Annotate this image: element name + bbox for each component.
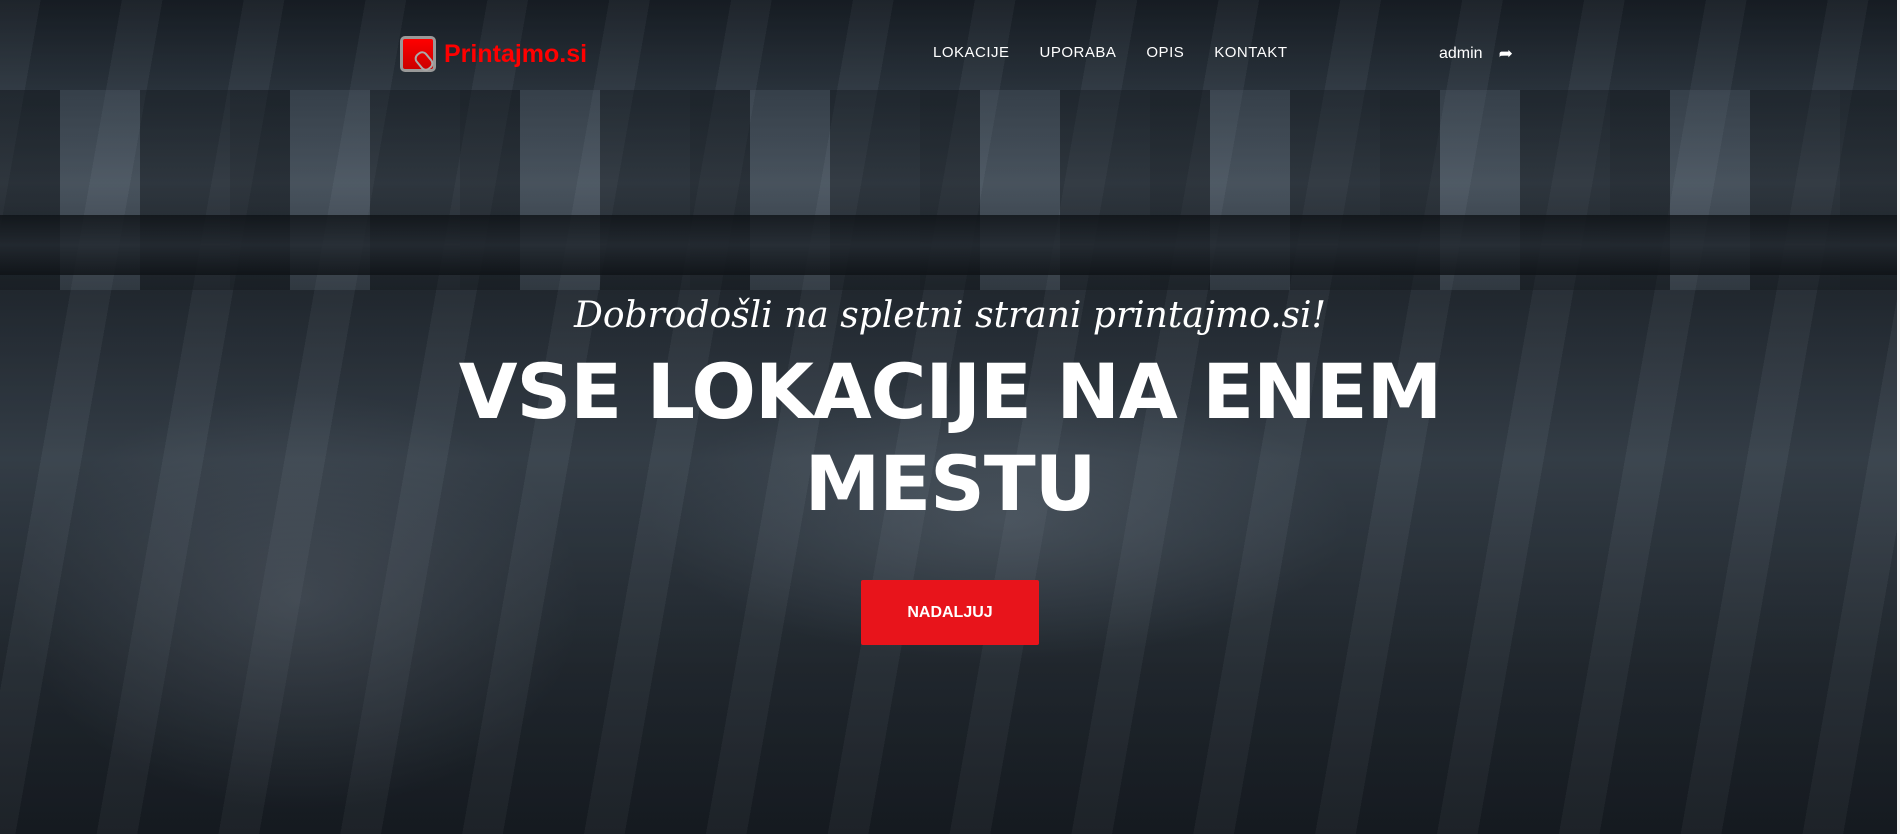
hero-subtitle: Dobrodošli na spletni strani printajmo.s…	[573, 295, 1327, 336]
nav-opis[interactable]: OPIS	[1146, 44, 1184, 61]
main-menu: LOKACIJE UPORABA OPIS KONTAKT	[933, 44, 1287, 61]
logo[interactable]: Printajmo.si	[400, 36, 587, 72]
continue-button[interactable]: NADALJUJ	[861, 580, 1039, 645]
paperclip-logo-icon	[400, 36, 436, 72]
nav-uporaba[interactable]: UPORABA	[1040, 44, 1117, 61]
user-area: admin ➦	[1439, 44, 1513, 64]
username-link[interactable]: admin	[1439, 45, 1483, 63]
hero-title: VSE LOKACIJE NA ENEM MESTU	[458, 347, 1443, 528]
nav-kontakt[interactable]: KONTAKT	[1214, 44, 1287, 61]
hero-content: Dobrodošli na spletni strani printajmo.s…	[0, 295, 1900, 645]
nav-lokacije[interactable]: LOKACIJE	[933, 44, 1010, 61]
hero-section: Printajmo.si LOKACIJE UPORABA OPIS KONTA…	[0, 0, 1900, 834]
logo-text: Printajmo.si	[444, 39, 588, 68]
sign-out-icon[interactable]: ➦	[1499, 44, 1513, 64]
navbar: Printajmo.si LOKACIJE UPORABA OPIS KONTA…	[0, 0, 1900, 100]
